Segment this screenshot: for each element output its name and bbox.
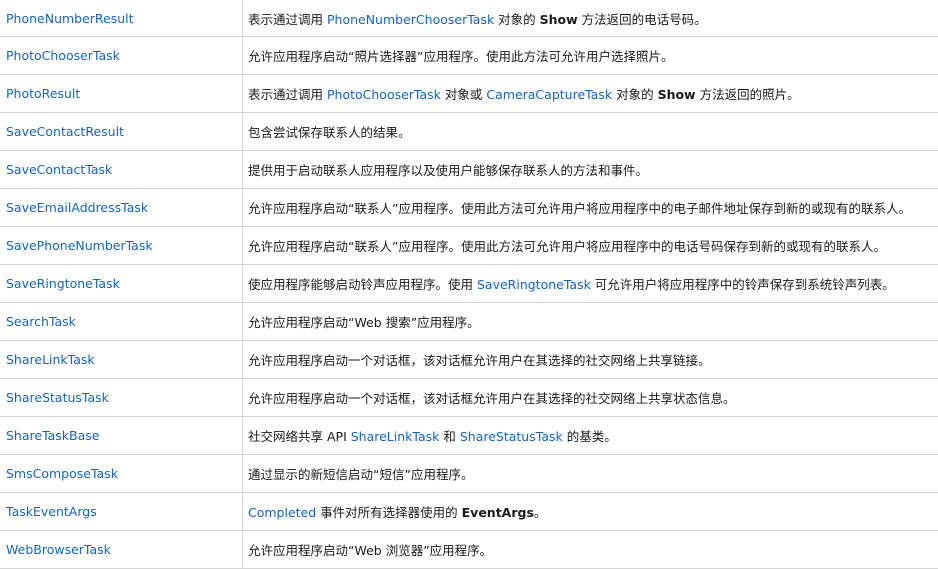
description-link[interactable]: PhoneNumberChooserTask [327,12,494,27]
description-link[interactable]: ShareStatusTask [460,429,563,444]
description-text: 的基类。 [563,429,617,444]
description-code-term: EventArgs [462,505,534,520]
table-row: SaveRingtoneTask使应用程序能够启动铃声应用程序。使用 SaveR… [0,265,938,303]
description-text: 允许应用程序启动“联系人”应用程序。使用此方法可允许用户将应用程序中的电话号码保… [248,239,886,254]
class-name-cell: ShareStatusTask [0,379,243,417]
class-name-cell: SavePhoneNumberTask [0,227,243,265]
class-name-link[interactable]: ShareStatusTask [6,390,109,405]
description-code-term: Show [540,12,578,27]
table-row: ShareStatusTask 允许应用程序启动一个对话框，该对话框允许用户在其选… [0,379,938,417]
class-name-cell: TaskEventArgs [0,493,243,531]
table-row: SaveEmailAddressTask 允许应用程序启动“联系人”应用程序。使用… [0,189,938,227]
table-row: ShareTaskBase 社交网络共享 API ShareLinkTask 和 … [0,417,938,455]
class-name-link[interactable]: PhoneNumberResult [6,11,134,26]
description-cell: 提供用于启动联系人应用程序以及使用户能够保存联系人的方法和事件。 [243,151,938,189]
description-cell: 允许应用程序启动一个对话框，该对话框允许用户在其选择的社交网络上共享链接。 [243,341,938,379]
table-row: WebBrowserTask 允许应用程序启动“Web 浏览器”应用程序。 [0,531,938,569]
description-text: 包含尝试保存联系人的结果。 [248,125,411,140]
description-text: 表示通过调用 [248,87,327,102]
description-code-term: Show [658,87,696,102]
class-name-link[interactable]: SaveEmailAddressTask [6,200,148,215]
table-row: TaskEventArgs Completed 事件对所有选择器使用的 Event… [0,493,938,531]
table-row: SaveContactTask 提供用于启动联系人应用程序以及使用户能够保存联系人… [0,151,938,189]
class-name-cell: WebBrowserTask [0,531,243,569]
class-name-cell: SaveContactTask [0,151,243,189]
description-text: 允许应用程序启动“联系人”应用程序。使用此方法可允许用户将应用程序中的电子邮件地… [248,201,911,216]
description-cell: 表示通过调用 PhoneNumberChooserTask 对象的 Show 方… [243,0,938,37]
class-name-link[interactable]: SaveContactResult [6,124,124,139]
description-cell: 包含尝试保存联系人的结果。 [243,113,938,151]
description-cell: 允许应用程序启动一个对话框，该对话框允许用户在其选择的社交网络上共享状态信息。 [243,379,938,417]
description-text: 社交网络共享 API [248,429,351,444]
description-cell: 允许应用程序启动“联系人”应用程序。使用此方法可允许用户将应用程序中的电话号码保… [243,227,938,265]
description-text: 和 [439,429,459,444]
table-row: PhoneNumberResult 表示通过调用 PhoneNumberChoos… [0,0,938,37]
description-text: 允许应用程序启动一个对话框，该对话框允许用户在其选择的社交网络上共享状态信息。 [248,391,736,406]
api-class-table: PhoneNumberResult 表示通过调用 PhoneNumberChoos… [0,0,938,569]
description-text: 提供用于启动联系人应用程序以及使用户能够保存联系人的方法和事件。 [248,163,648,178]
class-name-cell: ShareTaskBase [0,417,243,455]
description-cell: Completed 事件对所有选择器使用的 EventArgs。 [243,493,938,531]
class-name-link[interactable]: SaveContactTask [6,162,112,177]
description-text: 使应用程序能够启动铃声应用程序。使用 [248,277,477,292]
table-row: SavePhoneNumberTask 允许应用程序启动“联系人”应用程序。使用此… [0,227,938,265]
description-text: 允许应用程序启动“Web 搜索”应用程序。 [248,315,480,330]
table-row: SaveContactResult 包含尝试保存联系人的结果。 [0,113,938,151]
table-row: PhotoResult 表示通过调用 PhotoChooserTask 对象或 C… [0,75,938,113]
class-name-link[interactable]: ShareTaskBase [6,428,100,443]
description-text: 允许应用程序启动一个对话框，该对话框允许用户在其选择的社交网络上共享链接。 [248,353,711,368]
description-link[interactable]: Completed [248,505,316,520]
class-name-link[interactable]: SearchTask [6,314,76,329]
class-name-cell: PhoneNumberResult [0,0,243,37]
description-cell: 使应用程序能够启动铃声应用程序。使用 SaveRingtoneTask 可允许用… [243,265,938,303]
description-link[interactable]: PhotoChooserTask [327,87,441,102]
class-name-link[interactable]: ShareLinkTask [6,352,95,367]
description-cell: 通过显示的新短信启动“短信”应用程序。 [243,455,938,493]
class-name-link[interactable]: SmsComposeTask [6,466,118,481]
class-name-link[interactable]: SaveRingtoneTask [6,276,120,291]
description-link[interactable]: CameraCaptureTask [486,87,612,102]
class-name-link[interactable]: PhotoChooserTask [6,48,120,63]
description-text: 事件对所有选择器使用的 [316,505,461,520]
table-row: ShareLinkTask 允许应用程序启动一个对话框，该对话框允许用户在其选择的… [0,341,938,379]
description-text: 允许应用程序启动“照片选择器”应用程序。使用此方法可允许用户选择照片。 [248,49,673,64]
description-cell: 允许应用程序启动“联系人”应用程序。使用此方法可允许用户将应用程序中的电子邮件地… [243,189,938,227]
class-name-link[interactable]: PhotoResult [6,86,80,101]
table-body: PhoneNumberResult 表示通过调用 PhoneNumberChoos… [0,0,938,569]
description-text: 。 [534,505,547,520]
description-text: 对象或 [441,87,486,102]
class-name-link[interactable]: SavePhoneNumberTask [6,238,153,253]
class-name-cell: SmsComposeTask [0,455,243,493]
class-name-cell: SaveRingtoneTask [0,265,243,303]
class-name-cell: SaveContactResult [0,113,243,151]
description-text: 通过显示的新短信启动“短信”应用程序。 [248,467,473,482]
description-text: 对象的 [494,12,539,27]
description-link[interactable]: SaveRingtoneTask [477,277,591,292]
class-name-cell: SearchTask [0,303,243,341]
description-text: 方法返回的电话号码。 [578,12,707,27]
description-cell: 允许应用程序启动“照片选择器”应用程序。使用此方法可允许用户选择照片。 [243,37,938,75]
table-row: SmsComposeTask 通过显示的新短信启动“短信”应用程序。 [0,455,938,493]
description-text: 方法返回的照片。 [696,87,800,102]
description-text: 可允许用户将应用程序中的铃声保存到系统铃声列表。 [591,277,895,292]
class-name-cell: ShareLinkTask [0,341,243,379]
description-cell: 社交网络共享 API ShareLinkTask 和 ShareStatusTa… [243,417,938,455]
class-name-link[interactable]: TaskEventArgs [6,504,97,519]
table-row: SearchTask 允许应用程序启动“Web 搜索”应用程序。 [0,303,938,341]
class-name-cell: PhotoChooserTask [0,37,243,75]
class-name-cell: SaveEmailAddressTask [0,189,243,227]
class-name-cell: PhotoResult [0,75,243,113]
description-cell: 表示通过调用 PhotoChooserTask 对象或 CameraCaptur… [243,75,938,113]
table-row: PhotoChooserTask 允许应用程序启动“照片选择器”应用程序。使用此方… [0,37,938,75]
description-text: 表示通过调用 [248,12,327,27]
description-text: 对象的 [612,87,657,102]
description-text: 允许应用程序启动“Web 浏览器”应用程序。 [248,543,492,558]
description-cell: 允许应用程序启动“Web 搜索”应用程序。 [243,303,938,341]
description-cell: 允许应用程序启动“Web 浏览器”应用程序。 [243,531,938,569]
description-link[interactable]: ShareLinkTask [351,429,440,444]
class-name-link[interactable]: WebBrowserTask [6,542,111,557]
